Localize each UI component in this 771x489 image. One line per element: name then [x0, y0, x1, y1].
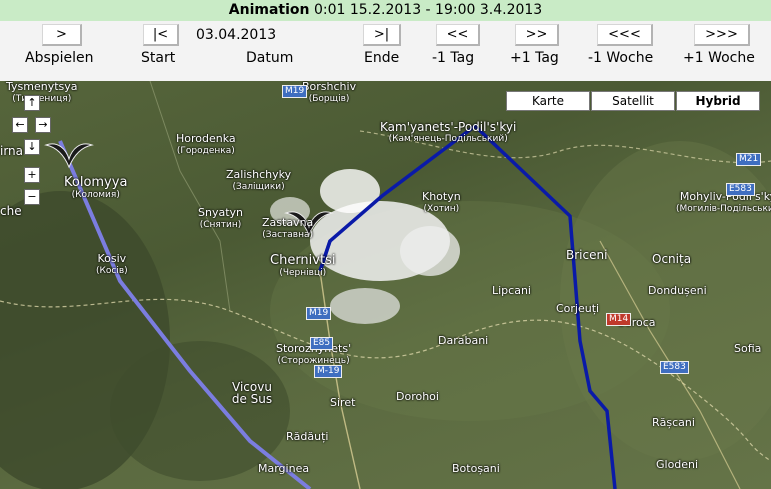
road-shield: M19 [306, 307, 332, 320]
place-label: Borshchiv (Борщів) [302, 81, 357, 104]
start-label: Start [141, 50, 176, 66]
plus-day-button[interactable]: >> [515, 24, 559, 46]
road-shield: E583 [660, 361, 689, 374]
place-label: Rășcani [652, 416, 695, 429]
place-label: Kolomyya (Коломия) [64, 175, 128, 200]
road-shield: M14 [606, 313, 632, 326]
place-label: Darabani [438, 334, 489, 347]
place-label: che [0, 204, 22, 218]
place-label: Dondușeni [648, 284, 707, 297]
road-shield: M-19 [314, 365, 343, 378]
minus-day-label: -1 Tag [432, 50, 475, 66]
end-button[interactable]: >| [363, 24, 401, 46]
place-label: Briceni [566, 248, 608, 262]
place-label: Kosiv (Косів) [96, 252, 128, 277]
place-label: Rădăuți [286, 430, 329, 443]
plus-week-label: +1 Woche [683, 50, 755, 66]
zoom-out-icon[interactable]: − [24, 189, 40, 205]
road-shield: M19 [282, 85, 308, 98]
place-label: Marginea [258, 462, 310, 475]
play-button[interactable]: > [42, 24, 82, 46]
map-type-hybrid[interactable]: Hybrid [676, 91, 760, 111]
header-range: 0:01 15.2.2013 - 19:00 3.4.2013 [313, 2, 543, 18]
place-label: Lipcani [492, 284, 531, 297]
minus-day-button[interactable]: << [436, 24, 480, 46]
start-button[interactable]: |< [143, 24, 179, 46]
bird-marker-icon[interactable] [44, 139, 94, 171]
pan-left-icon[interactable]: ← [12, 117, 28, 133]
map-type-satellit[interactable]: Satellit [591, 91, 675, 111]
road-shield: M21 [736, 153, 762, 166]
place-label: Tysmenytsya (Тисмениця) [6, 81, 78, 104]
animation-header: Animation 0:01 15.2.2013 - 19:00 3.4.201… [0, 0, 771, 21]
date-label: Datum [246, 50, 294, 66]
zoom-in-icon[interactable]: + [24, 167, 40, 183]
end-label: Ende [364, 50, 400, 66]
animation-controls: > |< >| << >> <<< >>> Abspielen Start Da… [0, 21, 771, 81]
place-label: Botoșani [452, 462, 500, 475]
minus-week-button[interactable]: <<< [597, 24, 653, 46]
pan-up-icon[interactable]: ↑ [24, 95, 40, 111]
place-label: Sofia [734, 342, 762, 355]
place-label: Mohyliv-Podil's'kyi(Могилів-Подільський) [676, 190, 771, 215]
pan-down-icon[interactable]: ↓ [24, 139, 40, 155]
pan-right-icon[interactable]: → [35, 117, 51, 133]
place-label: Glodeni [656, 458, 699, 471]
place-label: Corjeuți [556, 302, 600, 315]
satellite-map[interactable]: Tysmenytsya (Тисмениця) Borshchiv (Борщів)… [0, 81, 771, 489]
map-type-karte[interactable]: Karte [506, 91, 590, 111]
plus-week-button[interactable]: >>> [694, 24, 750, 46]
place-label: Siret [330, 396, 356, 409]
place-label: Snyatyn (Снятин) [198, 206, 243, 231]
date-input[interactable] [190, 24, 360, 46]
place-label: Zalishchyky (Заліщики) [226, 168, 292, 193]
place-label: Khotyn (Хотин) [422, 190, 461, 215]
plus-day-label: +1 Tag [510, 50, 559, 66]
header-title: Animation [228, 2, 310, 18]
place-label: Zastavna (Заставна) [262, 216, 314, 241]
place-label: irna [0, 144, 24, 158]
place-label: Vicovu de Sus [231, 380, 273, 406]
place-label: Chernivtsi (Чернівці) [270, 253, 336, 278]
road-shield: E583 [726, 183, 755, 196]
place-label: Kam'yanets'-Podil's'kyi (Кам'янець-Поділь… [380, 120, 517, 144]
minus-week-label: -1 Woche [588, 50, 654, 66]
play-label: Abspielen [25, 50, 94, 66]
place-label: Dorohoi [396, 390, 439, 403]
road-shield: E85 [310, 337, 334, 350]
place-label: Ocnița [652, 252, 692, 266]
place-label: Horodenka (Городенка) [176, 132, 236, 157]
